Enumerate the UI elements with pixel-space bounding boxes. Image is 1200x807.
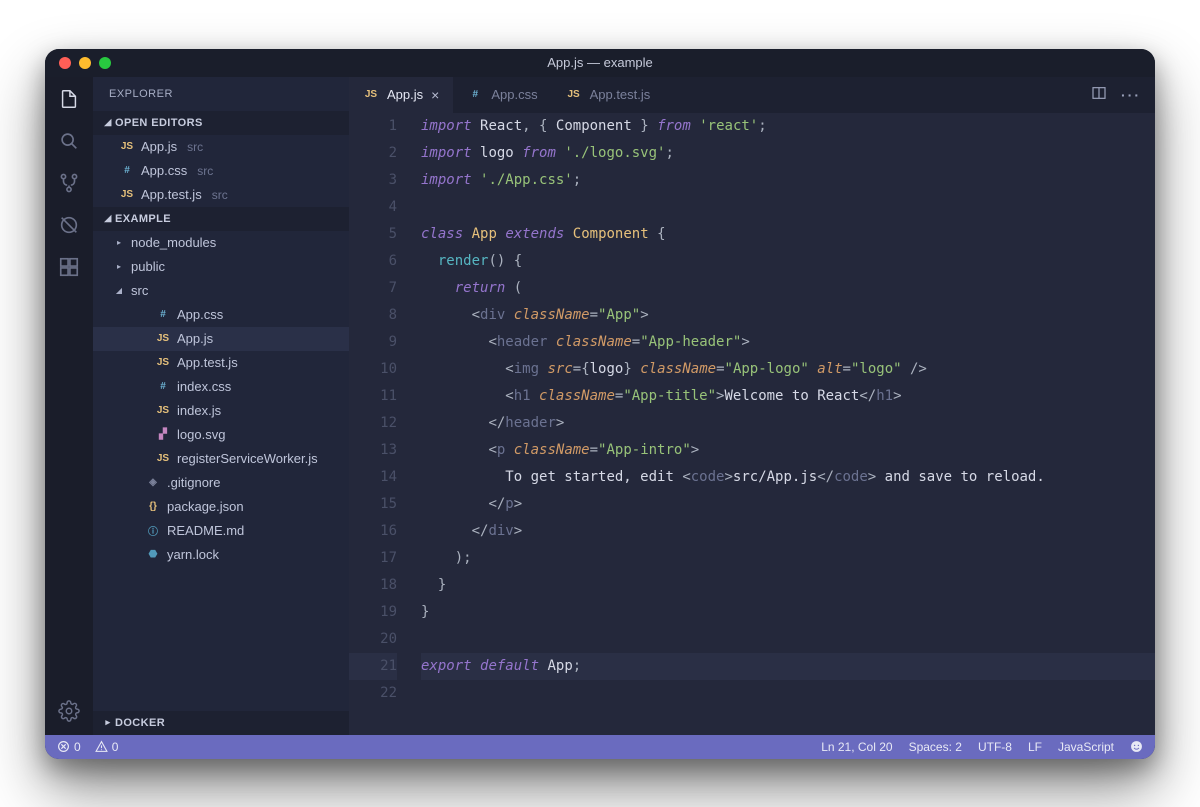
file-item[interactable]: ◈.gitignore: [93, 471, 349, 495]
split-editor-icon[interactable]: [1091, 85, 1107, 104]
open-editor-item[interactable]: #App.csssrc: [93, 159, 349, 183]
tab-label: App.css: [491, 87, 537, 102]
editor-tab[interactable]: #App.css: [453, 77, 551, 113]
file-item[interactable]: ▞logo.svg: [93, 423, 349, 447]
open-editor-item[interactable]: JSApp.test.jssrc: [93, 183, 349, 207]
status-feedback-icon[interactable]: [1130, 740, 1143, 753]
editor-tabs: JSApp.js×#App.cssJSApp.test.js ···: [349, 77, 1155, 113]
file-item[interactable]: JSregisterServiceWorker.js: [93, 447, 349, 471]
tab-label: App.test.js: [590, 87, 651, 102]
source-control-icon[interactable]: [57, 171, 81, 195]
settings-icon[interactable]: [57, 699, 81, 723]
minimize-window-icon[interactable]: [79, 57, 91, 69]
open-editor-item[interactable]: JSApp.jssrc: [93, 135, 349, 159]
editor-window: App.js — example EXPLORER: [45, 49, 1155, 759]
status-indent[interactable]: Spaces: 2: [909, 740, 962, 754]
status-warnings[interactable]: 0: [95, 740, 119, 754]
folder-item[interactable]: ▸public: [93, 255, 349, 279]
file-item[interactable]: JSindex.js: [93, 399, 349, 423]
file-item[interactable]: ⬣yarn.lock: [93, 543, 349, 567]
line-gutter: 12345678910111213141516171819202122: [349, 113, 415, 735]
status-eol[interactable]: LF: [1028, 740, 1042, 754]
zoom-window-icon[interactable]: [99, 57, 111, 69]
open-editors-label: OPEN EDITORS: [115, 117, 203, 129]
status-encoding[interactable]: UTF-8: [978, 740, 1012, 754]
file-item[interactable]: #App.css: [93, 303, 349, 327]
status-language[interactable]: JavaScript: [1058, 740, 1114, 754]
code-editor[interactable]: 12345678910111213141516171819202122 impo…: [349, 113, 1155, 735]
status-errors[interactable]: 0: [57, 740, 81, 754]
docker-header[interactable]: ▸DOCKER: [93, 711, 349, 735]
activity-bar: [45, 77, 93, 735]
docker-label: DOCKER: [115, 717, 165, 729]
file-item[interactable]: {}package.json: [93, 495, 349, 519]
tab-label: App.js: [387, 87, 423, 102]
sidebar-title: EXPLORER: [93, 77, 349, 111]
open-editors-header[interactable]: ◢OPEN EDITORS: [93, 111, 349, 135]
titlebar[interactable]: App.js — example: [45, 49, 1155, 77]
window-title: App.js — example: [45, 55, 1155, 70]
project-header[interactable]: ◢EXAMPLE: [93, 207, 349, 231]
close-window-icon[interactable]: [59, 57, 71, 69]
folder-item[interactable]: ◢src: [93, 279, 349, 303]
more-actions-icon[interactable]: ···: [1121, 87, 1141, 103]
file-tree: ▸node_modules▸public◢src#App.cssJSApp.js…: [93, 231, 349, 711]
open-editors-list: JSApp.jssrc#App.csssrcJSApp.test.jssrc: [93, 135, 349, 207]
project-label: EXAMPLE: [115, 213, 171, 225]
status-bar: 0 0 Ln 21, Col 20 Spaces: 2 UTF-8 LF Jav…: [45, 735, 1155, 759]
debug-icon[interactable]: [57, 213, 81, 237]
explorer-icon[interactable]: [57, 87, 81, 111]
close-tab-icon[interactable]: ×: [431, 87, 439, 103]
folder-item[interactable]: ▸node_modules: [93, 231, 349, 255]
file-item[interactable]: #index.css: [93, 375, 349, 399]
file-item[interactable]: ⓘREADME.md: [93, 519, 349, 543]
editor-group: JSApp.js×#App.cssJSApp.test.js ··· 12345…: [349, 77, 1155, 735]
traffic-lights: [45, 57, 111, 69]
main-area: EXPLORER ◢OPEN EDITORS JSApp.jssrc#App.c…: [45, 77, 1155, 735]
extensions-icon[interactable]: [57, 255, 81, 279]
editor-tab[interactable]: JSApp.test.js: [552, 77, 665, 113]
code-content[interactable]: import React, { Component } from 'react'…: [415, 113, 1155, 735]
editor-actions: ···: [1091, 77, 1155, 113]
editor-tab[interactable]: JSApp.js×: [349, 77, 453, 113]
explorer-sidebar: EXPLORER ◢OPEN EDITORS JSApp.jssrc#App.c…: [93, 77, 349, 735]
search-icon[interactable]: [57, 129, 81, 153]
file-item[interactable]: JSApp.js: [93, 327, 349, 351]
status-cursor-position[interactable]: Ln 21, Col 20: [821, 740, 892, 754]
file-item[interactable]: JSApp.test.js: [93, 351, 349, 375]
